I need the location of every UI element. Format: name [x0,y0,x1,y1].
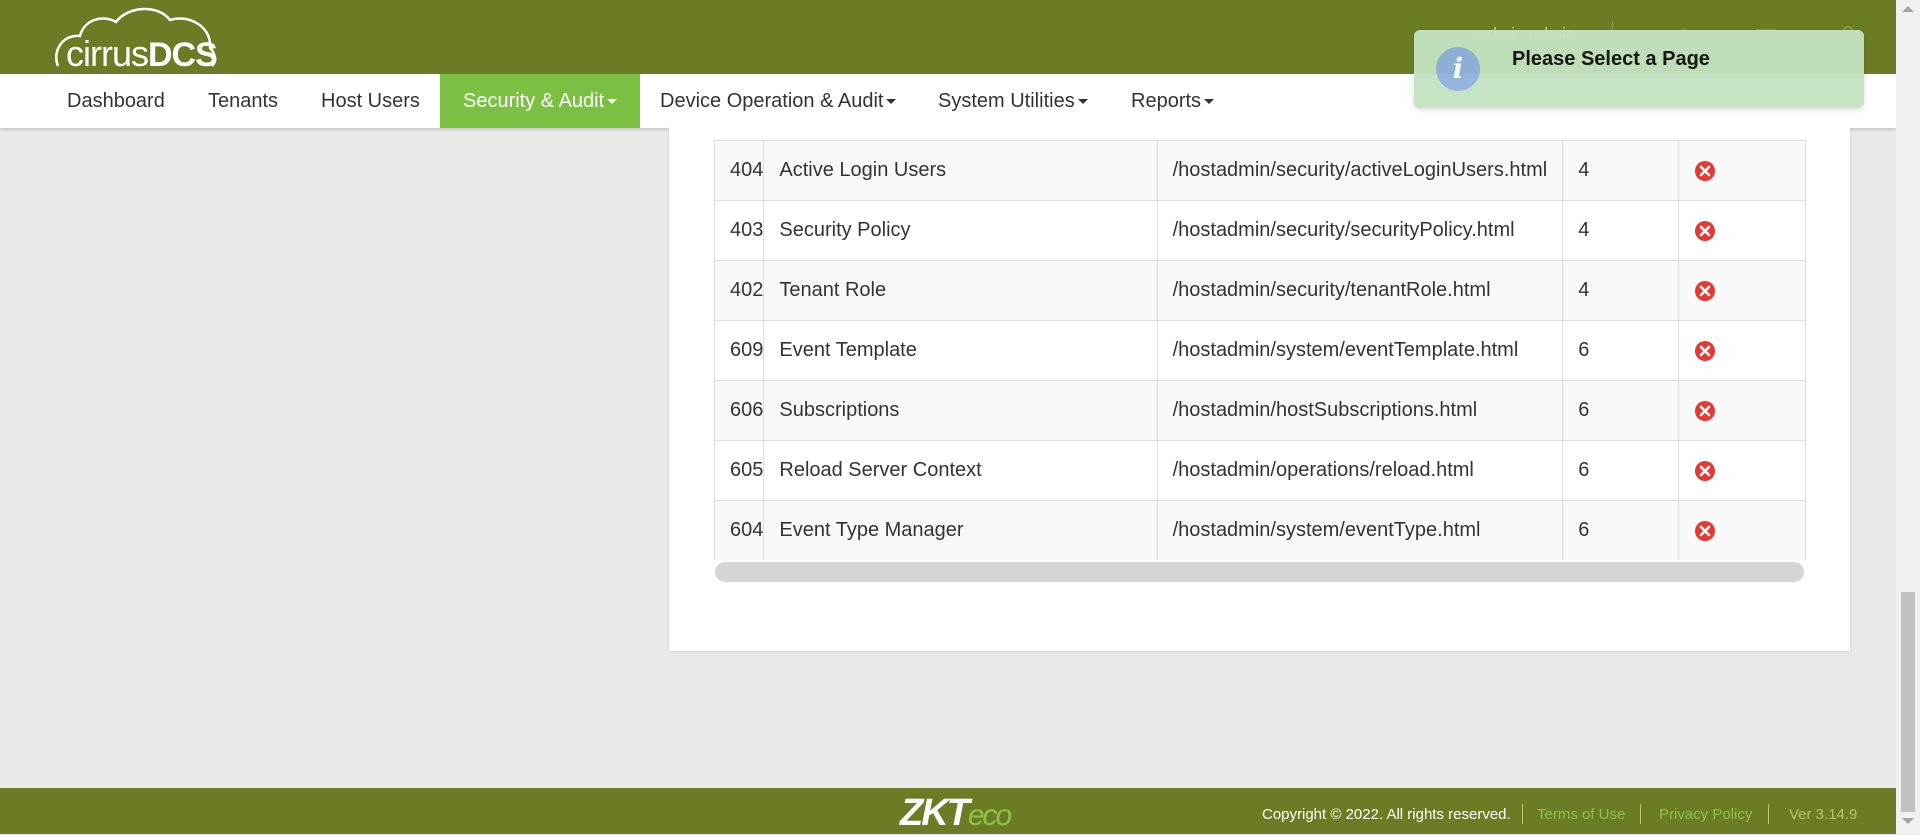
table-row: 403 Security Policy/hostadmin/security/se… [714,200,1806,261]
version-label: Ver 3.14.9 [1789,806,1858,823]
footer-divider [1522,804,1523,824]
page-group-cell: 6 [1562,440,1679,501]
page-name-cell: Active Login Users [763,140,1158,201]
footer-copyright: Copyright © 2022. All rights reserved. [1262,806,1511,823]
action-cell [1677,500,1806,560]
page-name-cell: Event Template [763,320,1158,381]
action-cell [1677,440,1806,501]
page-url-cell: /hostadmin/hostSubscriptions.html [1156,380,1564,441]
action-cell [1677,200,1806,261]
delete-icon[interactable] [1694,340,1716,362]
terms-of-use-link[interactable]: Terms of Use [1537,806,1625,823]
delete-icon[interactable] [1694,460,1716,482]
page-group-cell: 6 [1562,320,1679,381]
nav-host-users[interactable]: Host Users [321,74,420,128]
footer: ZKTeco Copyright © 2022. All rights rese… [0,788,1896,834]
caret-down-icon [1204,99,1215,105]
page-name-cell: Tenant Role [763,260,1158,321]
page-id-cell: 609 [714,320,765,381]
table-row: 404 Active Login Users/hostadmin/security… [714,140,1806,201]
delete-icon[interactable] [1694,280,1716,302]
nav-security-audit[interactable]: Security & Audit [440,74,641,128]
page-id-cell: 404 [714,140,765,201]
delete-icon[interactable] [1694,400,1716,422]
table-row: 606 Subscriptions/hostadmin/hostSubscript… [714,380,1806,441]
page-url-cell: /hostadmin/system/eventTemplate.html [1156,320,1564,381]
page-name-cell: Subscriptions [763,380,1158,441]
delete-icon[interactable] [1694,220,1716,242]
page-name-cell: Reload Server Context [763,440,1158,501]
nav-device-operation-audit-label: Device Operation & Audit [660,90,884,112]
action-cell [1677,320,1806,381]
privacy-policy-link[interactable]: Privacy Policy [1659,806,1752,823]
table-row: 402 Tenant Role/hostadmin/security/tenant… [714,260,1806,321]
nav-reports-label: Reports [1131,90,1202,112]
page-group-cell: 4 [1562,200,1679,261]
action-cell [1677,140,1806,201]
scrollbar-thumb[interactable] [1901,592,1915,812]
action-cell [1677,260,1806,321]
nav-system-utilities-label: System Utilities [938,90,1075,112]
caret-down-icon [1077,99,1088,105]
page-vertical-scrollbar[interactable] [1896,0,1920,834]
caret-down-icon [886,99,897,105]
page-id-cell: 402 [714,260,765,321]
nav-system-utilities[interactable]: System Utilities [938,74,1088,128]
page-id-cell: 605 [714,440,765,501]
pages-table: 404 Active Login Users/hostadmin/security… [714,140,1806,560]
page-url-cell: /hostadmin/operations/reload.html [1156,440,1564,501]
page-url-cell: /hostadmin/system/eventType.html [1156,500,1564,560]
cirrusdcs-logo[interactable]: cirrusDCS [50,4,220,75]
toast-message: Please Select a Page [1512,48,1710,70]
table-row: 604 Event Type Manager/hostadmin/system/e… [714,500,1806,560]
footer-divider [1640,804,1641,824]
scroll-up-arrow-icon[interactable] [1902,6,1914,12]
zkteco-logo: ZKTeco [900,792,1012,834]
page-id-cell: 604 [714,500,765,560]
logo-text: cirrusDCS [66,33,218,75]
table-row: 605 Reload Server Context/hostadmin/opera… [714,440,1806,501]
page-url-cell: /hostadmin/security/tenantRole.html [1156,260,1564,321]
info-toast[interactable]: i Please Select a Page [1414,30,1864,108]
nav-security-audit-label: Security & Audit [463,90,605,112]
nav-device-operation-audit[interactable]: Device Operation & Audit [660,74,897,128]
page-url-cell: /hostadmin/security/securityPolicy.html [1156,200,1564,261]
scroll-down-arrow-icon[interactable] [1902,818,1914,824]
table-row: 609 Event Template/hostadmin/system/event… [714,320,1806,381]
action-cell [1677,380,1806,441]
page-group-cell: 6 [1562,500,1679,560]
page-group-cell: 4 [1562,140,1679,201]
page-url-cell: /hostadmin/security/activeLoginUsers.htm… [1156,140,1564,201]
pages-table-container: 404 Active Login Users/hostadmin/security… [714,140,1806,560]
table-horizontal-scrollbar[interactable] [715,562,1804,582]
nav-reports[interactable]: Reports [1131,74,1215,128]
delete-icon[interactable] [1694,520,1716,542]
page-group-cell: 6 [1562,380,1679,441]
info-icon: i [1436,47,1480,91]
delete-icon[interactable] [1694,160,1716,182]
page-name-cell: Event Type Manager [763,500,1158,560]
footer-divider [1768,804,1769,824]
page-name-cell: Security Policy [763,200,1158,261]
page-id-cell: 606 [714,380,765,441]
page-group-cell: 4 [1562,260,1679,321]
nav-dashboard[interactable]: Dashboard [67,74,165,128]
nav-tenants[interactable]: Tenants [208,74,278,128]
page-id-cell: 403 [714,200,765,261]
caret-down-icon [607,99,618,105]
